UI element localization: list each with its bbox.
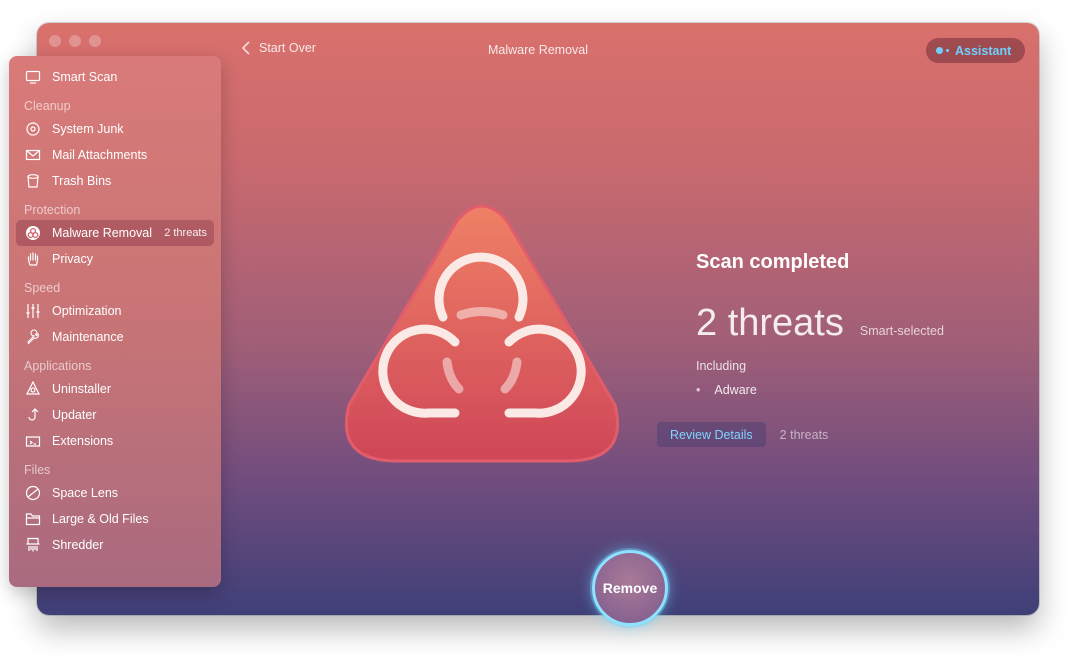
apps-icon [24, 381, 41, 398]
review-threat-count: 2 threats [779, 427, 829, 442]
sidebar-item-optimization[interactable]: Optimization [16, 298, 214, 324]
sidebar-item-label: Space Lens [52, 486, 119, 500]
threat-type-label: Adware [714, 383, 757, 397]
sidebar-item-mail-attachments[interactable]: Mail Attachments [16, 142, 214, 168]
sidebar-section-speed: Speed [24, 281, 61, 295]
sidebar-section-cleanup: Cleanup [24, 99, 71, 113]
sidebar-item-label: Smart Scan [52, 70, 118, 84]
assistant-icon [936, 47, 949, 54]
mail-icon [24, 147, 41, 164]
sidebar-item-privacy[interactable]: Privacy [16, 246, 214, 272]
sidebar-item-smart-scan[interactable]: Smart Scan [16, 64, 214, 90]
sidebar-item-label: Privacy [52, 252, 93, 266]
sidebar-item-system-junk[interactable]: System Junk [16, 116, 214, 142]
folder-icon [24, 511, 41, 528]
smart-selected-label: Smart-selected [859, 324, 944, 338]
window-title: Malware Removal [487, 43, 589, 57]
sidebar-item-space-lens[interactable]: Space Lens [16, 480, 214, 506]
sidebar-section-applications: Applications [24, 359, 92, 373]
sidebar-section-protection: Protection [24, 203, 81, 217]
scan-results: Scan completed 2 threats Smart-selected … [696, 251, 944, 397]
biohazard-icon [24, 225, 41, 242]
sidebar-item-uninstaller[interactable]: Uninstaller [16, 376, 214, 402]
sidebar-item-label: Extensions [52, 434, 114, 448]
assistant-label: Assistant [955, 43, 1012, 58]
review-row: Review Details 2 threats [657, 422, 828, 447]
sliders-icon [24, 303, 41, 320]
monitor-icon [24, 69, 41, 86]
wrench-icon [24, 329, 41, 346]
sidebar-item-label: System Junk [52, 122, 124, 136]
threats-badge: 2 threats [164, 227, 207, 239]
updater-icon [24, 407, 41, 424]
assistant-button[interactable]: Assistant [926, 38, 1025, 63]
including-label: Including [696, 359, 747, 373]
sidebar-item-maintenance[interactable]: Maintenance [16, 324, 214, 350]
biohazard-hero-icon [344, 204, 620, 463]
sidebar-item-large-old-files[interactable]: Large & Old Files [16, 506, 214, 532]
shredder-icon [24, 537, 41, 554]
sidebar-item-label: Malware Removal [52, 226, 153, 240]
sidebar-item-label: Uninstaller [52, 382, 112, 396]
scan-status-title: Scan completed [696, 251, 850, 273]
sidebar-item-shredder[interactable]: Shredder [16, 532, 214, 558]
sidebar-item-malware-removal[interactable]: Malware Removal 2 threats [16, 220, 214, 246]
trash-icon [24, 173, 41, 190]
sidebar-item-updater[interactable]: Updater [16, 402, 214, 428]
sidebar-section-files: Files [24, 463, 51, 477]
sidebar-item-label: Optimization [52, 304, 122, 318]
bullet-icon: • [696, 383, 701, 397]
review-details-button[interactable]: Review Details [657, 422, 766, 447]
threat-list-item: • Adware [696, 383, 944, 397]
sidebar-item-label: Mail Attachments [52, 148, 148, 162]
sidebar-item-label: Large & Old Files [52, 512, 149, 526]
sidebar-item-label: Shredder [52, 538, 104, 552]
sidebar-item-label: Trash Bins [52, 174, 112, 188]
sidebar: Smart Scan Cleanup System Junk Mail Atta… [9, 56, 221, 587]
space-lens-icon [24, 485, 41, 502]
junk-icon [24, 121, 41, 138]
sidebar-item-trash-bins[interactable]: Trash Bins [16, 168, 214, 194]
extensions-icon [24, 433, 41, 450]
hand-icon [24, 251, 41, 268]
sidebar-item-extensions[interactable]: Extensions [16, 428, 214, 454]
remove-button[interactable]: Remove [592, 550, 668, 626]
sidebar-item-label: Updater [52, 408, 97, 422]
sidebar-item-label: Maintenance [52, 330, 124, 344]
threats-count: 2 threats [696, 302, 844, 344]
